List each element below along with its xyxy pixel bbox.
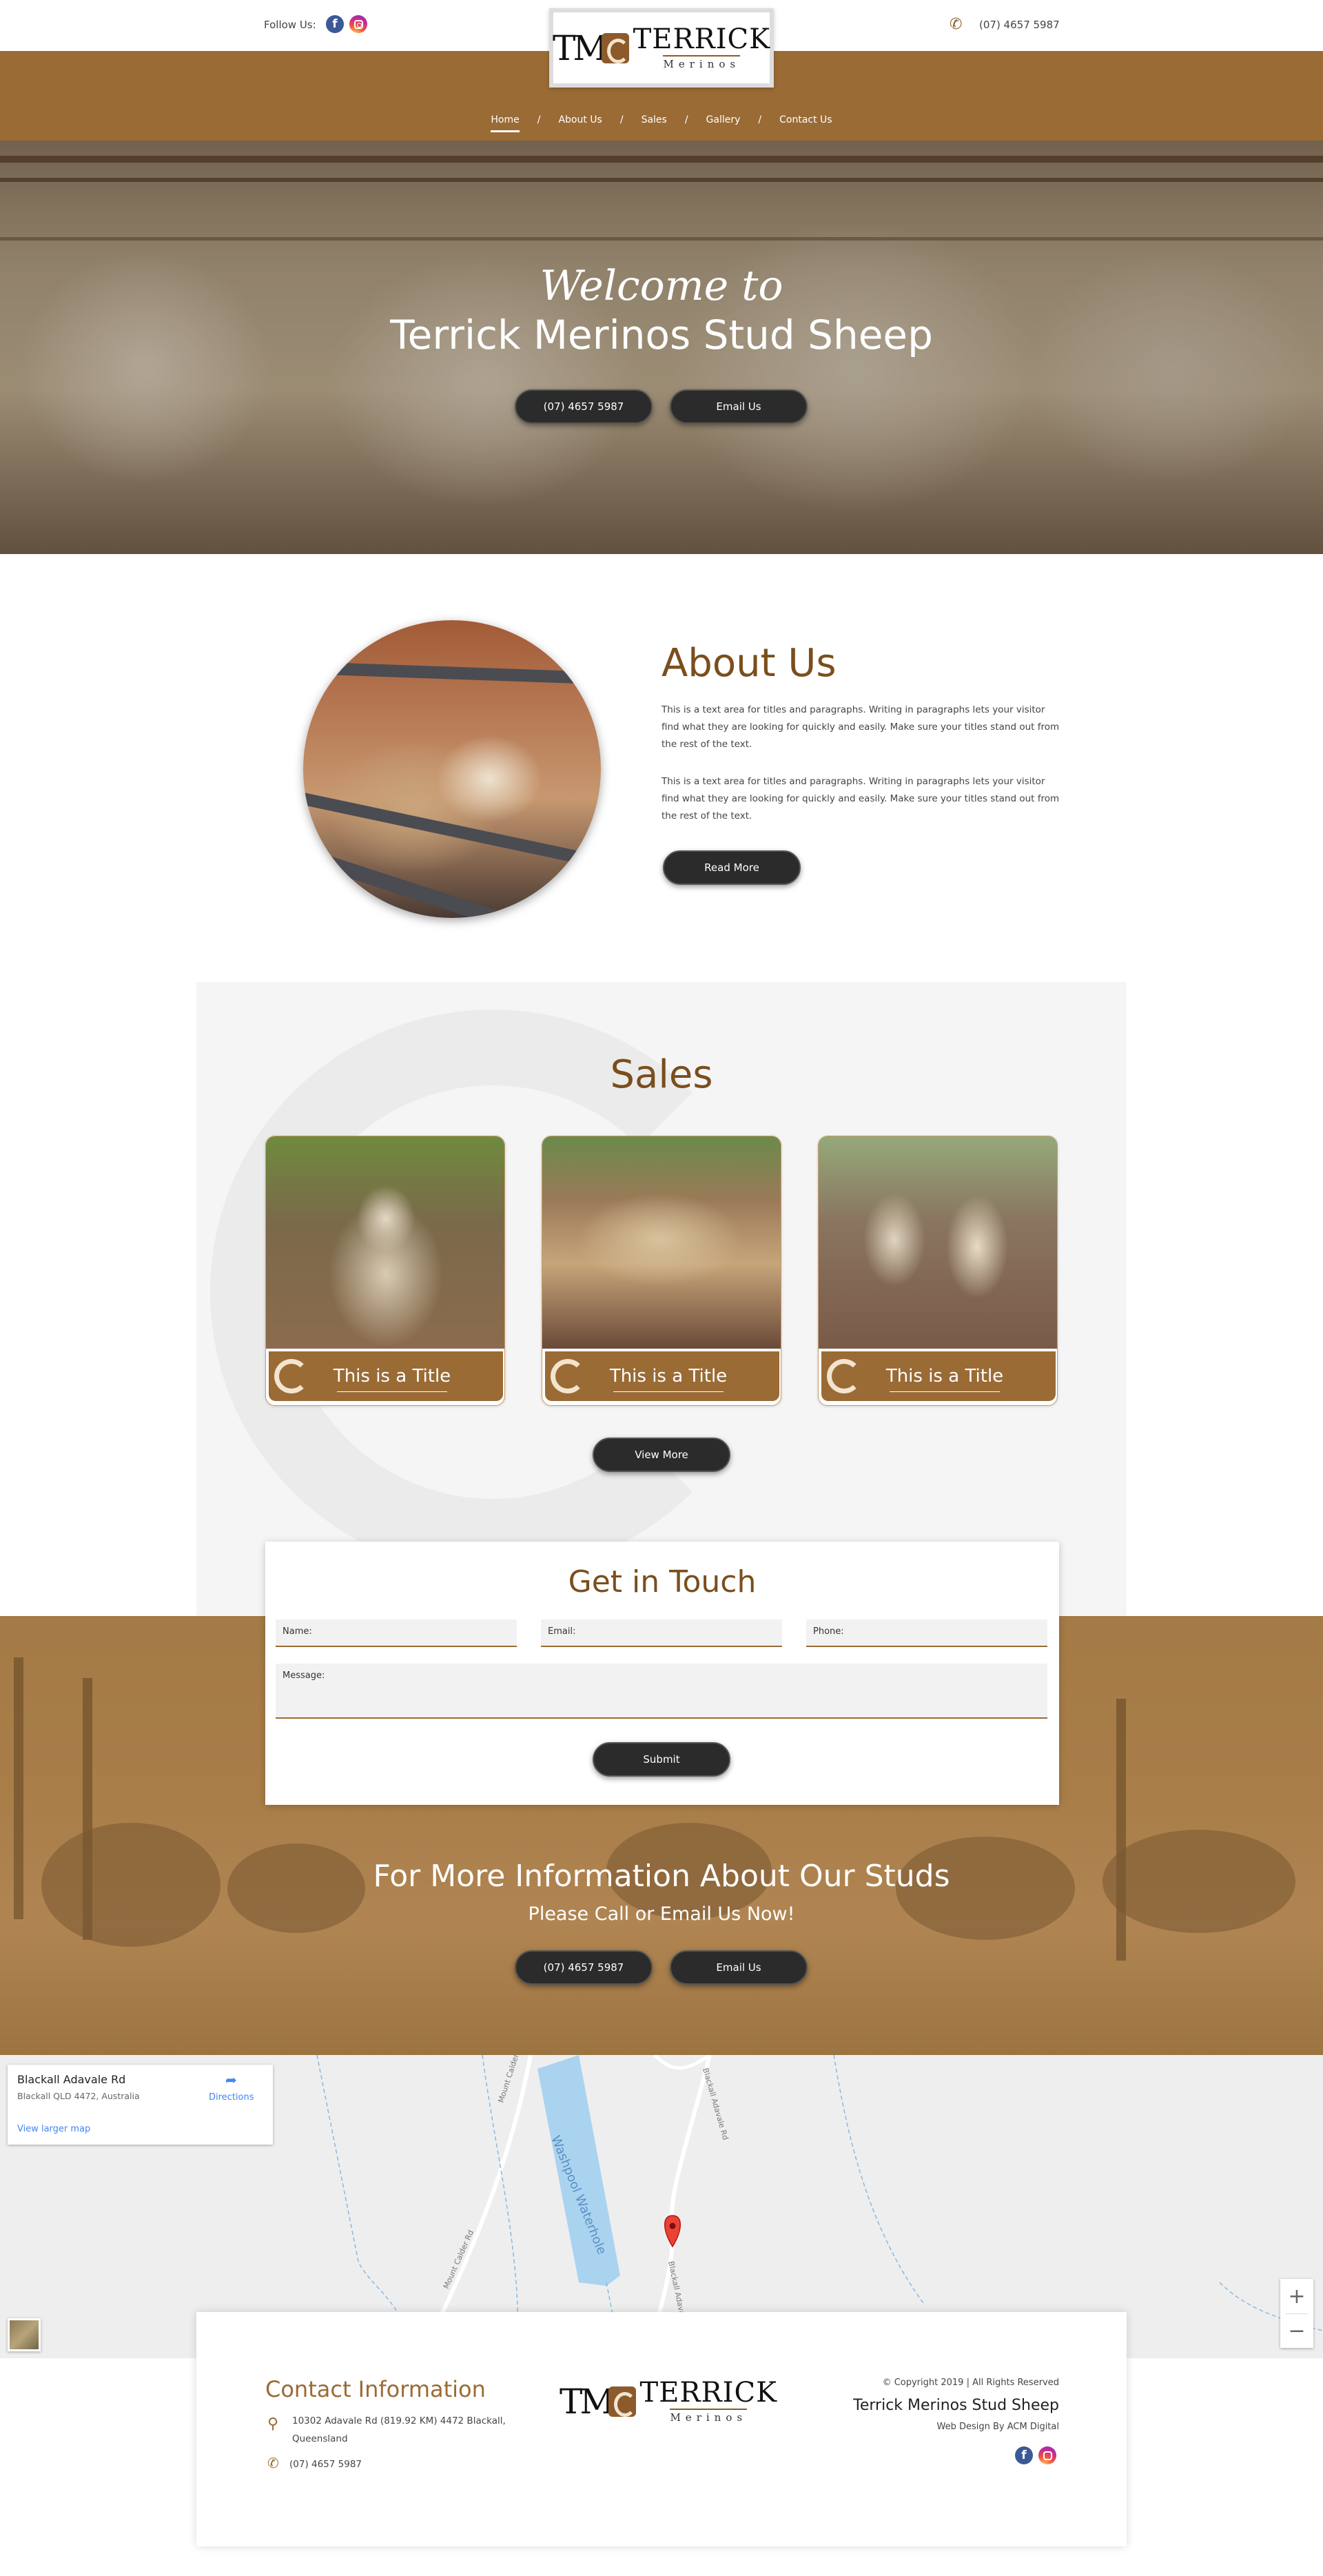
- submit-button[interactable]: Submit: [593, 1742, 730, 1777]
- sales-title: Sales: [610, 1052, 713, 1097]
- footer-copyright: © Copyright 2019 | All Rights Reserved: [882, 2378, 1059, 2388]
- phone-icon: ✆: [267, 2455, 279, 2471]
- location-pin-icon: ⚲: [267, 2415, 279, 2433]
- cta-title: For More Information About Our Studs: [373, 1859, 950, 1894]
- cta-subtitle: Please Call or Email Us Now!: [528, 1903, 795, 1925]
- hero-welcome-script: Welcome to: [540, 262, 783, 310]
- nav-separator: /: [758, 114, 762, 125]
- logo-subname: Merinos: [670, 2409, 748, 2424]
- sales-card[interactable]: This is a Title: [265, 1136, 505, 1406]
- map-zoom-control: + −: [1280, 2279, 1313, 2348]
- sales-card[interactable]: This is a Title: [818, 1136, 1058, 1406]
- phone-icon: ✆: [950, 16, 963, 33]
- zoom-out-button[interactable]: −: [1280, 2313, 1313, 2348]
- map-place-name: Blackall Adavale Rd: [17, 2073, 126, 2086]
- satellite-toggle-icon[interactable]: [8, 2318, 41, 2351]
- about-paragraph-2: This is a text area for titles and parag…: [662, 776, 1060, 821]
- instagram-icon[interactable]: [1038, 2446, 1056, 2464]
- name-field[interactable]: Name:: [276, 1619, 517, 1647]
- directions-link[interactable]: Directions: [209, 2092, 254, 2103]
- footer-address-line-1: 10302 Adavale Rd (819.92 KM) 4472 Blacka…: [292, 2415, 506, 2426]
- directions-icon[interactable]: ➦: [225, 2072, 239, 2088]
- ram-icon: [827, 1359, 861, 1393]
- ram-logo-icon: [608, 2386, 636, 2417]
- phone-field[interactable]: Phone:: [806, 1619, 1047, 1647]
- sales-card-title-band: This is a Title: [545, 1351, 779, 1401]
- nav-separator: /: [619, 114, 624, 125]
- footer-credit[interactable]: Web Design By ACM Digital: [758, 2422, 1060, 2432]
- footer-logo[interactable]: TM TERRICK Merinos: [560, 2379, 777, 2424]
- nav-about-us[interactable]: About Us: [553, 114, 607, 125]
- map-address: Blackall QLD 4472, Australia: [17, 2091, 140, 2101]
- footer-phone[interactable]: (07) 4657 5987: [289, 2455, 362, 2473]
- road-label: Mount Calder: [496, 2055, 520, 2104]
- footer-address-line-2: Queensland: [292, 2433, 348, 2444]
- instagram-icon[interactable]: [349, 15, 367, 33]
- about-title: About Us: [662, 641, 837, 686]
- logo-name: TERRICK: [639, 2377, 777, 2409]
- sales-card-title-band: This is a Title: [269, 1351, 503, 1401]
- view-more-button[interactable]: View More: [593, 1438, 730, 1472]
- nav-sales[interactable]: Sales: [636, 114, 673, 125]
- facebook-icon[interactable]: f: [1015, 2446, 1033, 2464]
- hero-title: Terrick Merinos Stud Sheep: [390, 311, 933, 358]
- nav-gallery[interactable]: Gallery: [701, 114, 746, 125]
- sales-card-title: This is a Title: [861, 1366, 1028, 1392]
- footer-contact-title: Contact Information: [265, 2376, 486, 2402]
- follow-us-label: Follow Us:: [264, 19, 316, 31]
- nav-home[interactable]: Home: [485, 114, 524, 132]
- nav-contact-us[interactable]: Contact Us: [774, 114, 837, 125]
- message-field[interactable]: Message:: [276, 1664, 1047, 1719]
- header-phone[interactable]: (07) 4657 5987: [979, 19, 1060, 31]
- ram-icon: [551, 1359, 585, 1393]
- cta-email-button[interactable]: Email Us: [670, 1950, 808, 1985]
- logo-initials: TM: [553, 28, 608, 68]
- sales-card-image: [266, 1136, 504, 1349]
- hero-phone-button[interactable]: (07) 4657 5987: [515, 389, 653, 424]
- nav-separator: /: [684, 114, 688, 125]
- sales-card-image: [819, 1136, 1057, 1349]
- sales-card-title: This is a Title: [585, 1366, 752, 1392]
- footer-site-name: Terrick Merinos Stud Sheep: [853, 2397, 1059, 2414]
- sales-card[interactable]: This is a Title: [542, 1136, 781, 1406]
- zoom-in-button[interactable]: +: [1280, 2279, 1313, 2313]
- logo-name: TERRICK: [633, 23, 770, 55]
- map-pin-icon[interactable]: [664, 2215, 681, 2248]
- ram-logo-icon: [601, 32, 629, 63]
- cta-phone-button[interactable]: (07) 4657 5987: [515, 1950, 653, 1985]
- logo-subname: Merinos: [663, 55, 741, 70]
- nav-separator: /: [537, 114, 541, 125]
- facebook-icon[interactable]: f: [326, 15, 344, 33]
- email-field[interactable]: Email:: [541, 1619, 782, 1647]
- ram-icon: [274, 1359, 309, 1393]
- logo-initials: TM: [560, 2381, 615, 2422]
- sales-card-image: [542, 1136, 781, 1349]
- site-logo[interactable]: TM TERRICK Merinos: [549, 8, 774, 88]
- hero-email-button[interactable]: Email Us: [670, 389, 808, 424]
- main-nav: Home / About Us / Sales / Gallery / Cont…: [0, 114, 1323, 132]
- sales-card-title-band: This is a Title: [821, 1351, 1056, 1401]
- about-ram-image: [303, 620, 601, 918]
- read-more-button[interactable]: Read More: [663, 850, 801, 885]
- about-paragraph-1: This is a text area for titles and parag…: [662, 704, 1060, 750]
- contact-form-title: Get in Touch: [568, 1564, 757, 1599]
- view-larger-map-link[interactable]: View larger map: [17, 2124, 90, 2134]
- map-info-card: Blackall Adavale Rd Blackall QLD 4472, A…: [8, 2065, 273, 2145]
- road-label: Blackall Adavale Rd: [701, 2067, 730, 2141]
- sales-card-title: This is a Title: [309, 1366, 475, 1392]
